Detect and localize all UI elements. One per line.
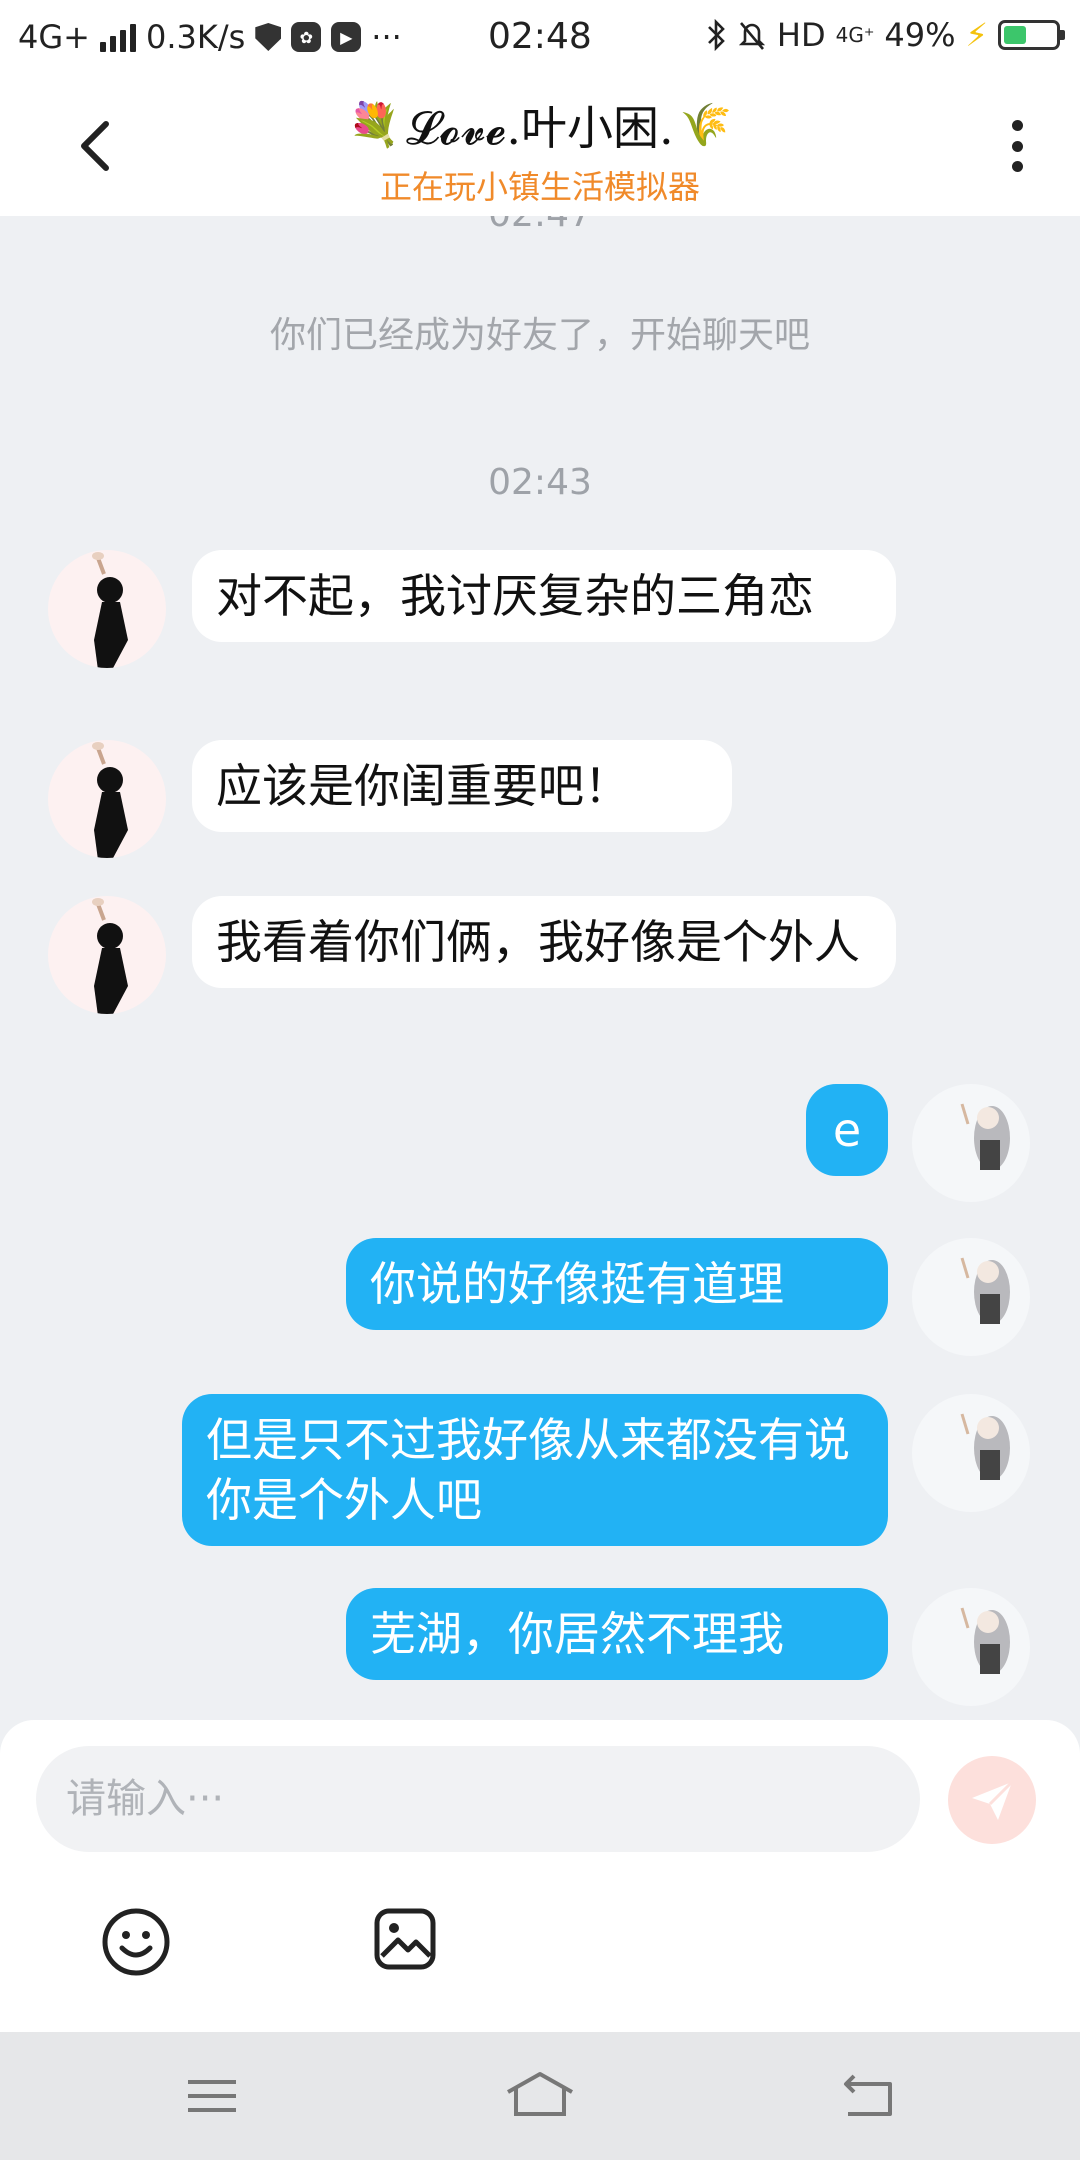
bluetooth-icon xyxy=(708,19,725,51)
menu-icon[interactable] xyxy=(182,2068,242,2124)
contact-avatar[interactable] xyxy=(48,550,166,668)
message-bubble-outgoing[interactable]: 你说的好像挺有道理 xyxy=(346,1238,888,1330)
chat-header: 💐 𝓛𝓸𝓿𝓮.叶小困. 🌾 正在玩小镇生活模拟器 xyxy=(0,74,1080,216)
contact-avatar[interactable] xyxy=(48,896,166,1014)
contact-name: 𝓛𝓸𝓿𝓮.叶小困. xyxy=(406,101,674,155)
emoji-icon[interactable] xyxy=(100,1906,172,1978)
battery-icon xyxy=(998,20,1065,50)
battery-percent: 49% xyxy=(884,16,956,54)
home-icon[interactable] xyxy=(500,2068,580,2124)
network-type: 4G+ xyxy=(18,18,90,56)
shield-icon xyxy=(255,23,282,51)
avatar-girl-icon xyxy=(960,1607,1010,1674)
clock: 02:48 xyxy=(488,16,592,57)
message-bubble-outgoing[interactable]: 芜湖，你居然不理我 xyxy=(346,1588,888,1680)
message-composer xyxy=(0,1720,1080,2032)
image-icon[interactable] xyxy=(372,1906,438,1972)
contact-status: 正在玩小镇生活模拟器 xyxy=(379,168,700,206)
message-bubble-incoming[interactable]: 对不起，我讨厌复杂的三角恋 xyxy=(192,550,896,642)
message-input[interactable] xyxy=(36,1746,920,1852)
avatar-figure-icon xyxy=(92,552,128,668)
timestamp: 02:43 xyxy=(488,462,592,503)
avatar-girl-icon xyxy=(960,1257,1010,1324)
more-notifications: ··· xyxy=(371,18,402,56)
send-icon xyxy=(972,1780,1014,1820)
bouquet-icon: 💐 xyxy=(348,100,401,149)
message-bubble-outgoing[interactable]: 但是只不过我好像从来都没有说你是个外人吧 xyxy=(182,1394,888,1546)
contact-avatar[interactable] xyxy=(48,740,166,858)
charging-icon: ⚡ xyxy=(965,16,988,54)
net-small: 4G⁺ xyxy=(835,23,875,47)
network-speed: 0.3K/s xyxy=(145,18,246,56)
more-options-button[interactable] xyxy=(1004,114,1030,178)
status-right: HD 4G⁺ 49% ⚡ xyxy=(705,16,1065,54)
message-bubble-incoming[interactable]: 应该是你闺重要吧！ xyxy=(192,740,732,832)
play-icon: ▶ xyxy=(331,22,362,52)
send-button[interactable] xyxy=(948,1756,1036,1844)
contact-title[interactable]: 💐 𝓛𝓸𝓿𝓮.叶小困. 🌾 xyxy=(348,92,732,158)
user-avatar[interactable] xyxy=(912,1084,1030,1202)
back-nav-icon[interactable] xyxy=(838,2068,898,2124)
status-left: 4G+ 0.3K/s ✿ ▶ ··· xyxy=(18,18,402,56)
system-message: 你们已经成为好友了，开始聊天吧 xyxy=(269,315,810,356)
mute-icon xyxy=(738,22,766,50)
hd-label: HD xyxy=(776,16,826,54)
message-bubble-outgoing[interactable]: e xyxy=(806,1084,888,1176)
signal-icon xyxy=(99,22,136,52)
title-area: 💐 𝓛𝓸𝓿𝓮.叶小困. 🌾 正在玩小镇生活模拟器 xyxy=(0,92,1080,208)
user-avatar[interactable] xyxy=(912,1394,1030,1512)
system-navigation-bar xyxy=(0,2032,1080,2160)
avatar-girl-icon xyxy=(960,1413,1010,1480)
avatar-girl-icon xyxy=(960,1103,1010,1170)
status-bar: 4G+ 0.3K/s ✿ ▶ ··· 02:48 HD 4G⁺ 49% ⚡ xyxy=(0,0,1080,74)
message-bubble-incoming[interactable]: 我看着你们俩，我好像是个外人 xyxy=(192,896,896,988)
user-avatar[interactable] xyxy=(912,1588,1030,1706)
avatar-figure-icon xyxy=(92,898,128,1014)
wheat-icon: 🌾 xyxy=(679,100,732,149)
chat-area[interactable]: 02:47 你们已经成为好友了，开始聊天吧 02:43 对不起，我讨厌复杂的三角… xyxy=(0,216,1080,1720)
app-icon: ✿ xyxy=(291,22,322,52)
timestamp: 02:47 xyxy=(0,216,1080,235)
user-avatar[interactable] xyxy=(912,1238,1030,1356)
avatar-figure-icon xyxy=(92,742,128,858)
